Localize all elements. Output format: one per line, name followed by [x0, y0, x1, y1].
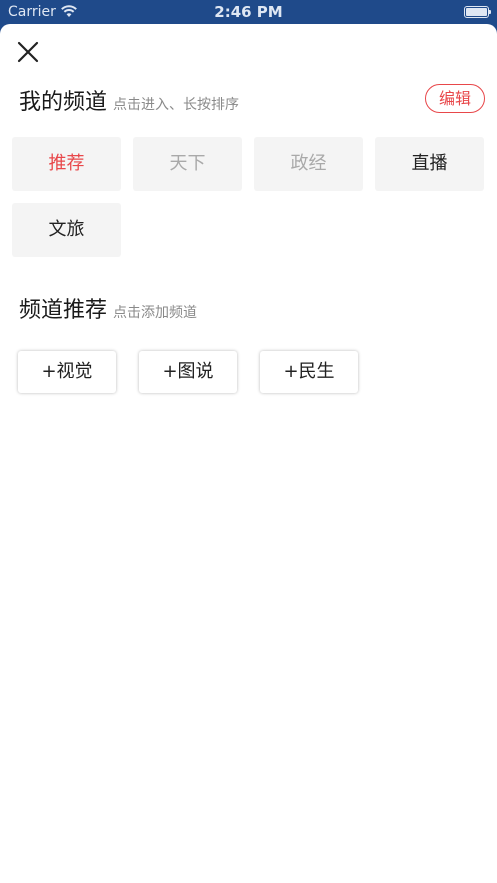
recommended-channels-hint: 点击添加频道 [113, 305, 198, 321]
add-channel-visual[interactable]: +视觉 [18, 351, 116, 393]
recommended-channels-header: 频道推荐 点击添加频道 [19, 292, 198, 323]
add-channel-photo[interactable]: +图说 [139, 351, 237, 393]
channel-manager-sheet: 我的频道 点击进入、长按排序 编辑 推荐 天下 政经 直播 文旅 频道推荐 点击… [0, 24, 497, 883]
channel-item-politics[interactable]: 政经 [254, 137, 363, 191]
channel-item-world[interactable]: 天下 [133, 137, 242, 191]
my-channels-hint: 点击进入、长按排序 [113, 97, 240, 113]
close-icon[interactable] [14, 38, 42, 66]
status-bar: Carrier 2:46 PM [0, 0, 497, 24]
channel-item-culture-travel[interactable]: 文旅 [12, 203, 121, 257]
add-channel-livelihood[interactable]: +民生 [260, 351, 358, 393]
my-channels-title: 我的频道 [19, 90, 108, 115]
recommended-channels-title: 频道推荐 [19, 298, 108, 323]
edit-button[interactable]: 编辑 [425, 84, 485, 113]
battery-icon [464, 6, 491, 18]
channel-item-recommend[interactable]: 推荐 [12, 137, 121, 191]
my-channels-header: 我的频道 点击进入、长按排序 [19, 84, 240, 115]
channel-item-live[interactable]: 直播 [375, 137, 484, 191]
clock: 2:46 PM [214, 3, 283, 21]
